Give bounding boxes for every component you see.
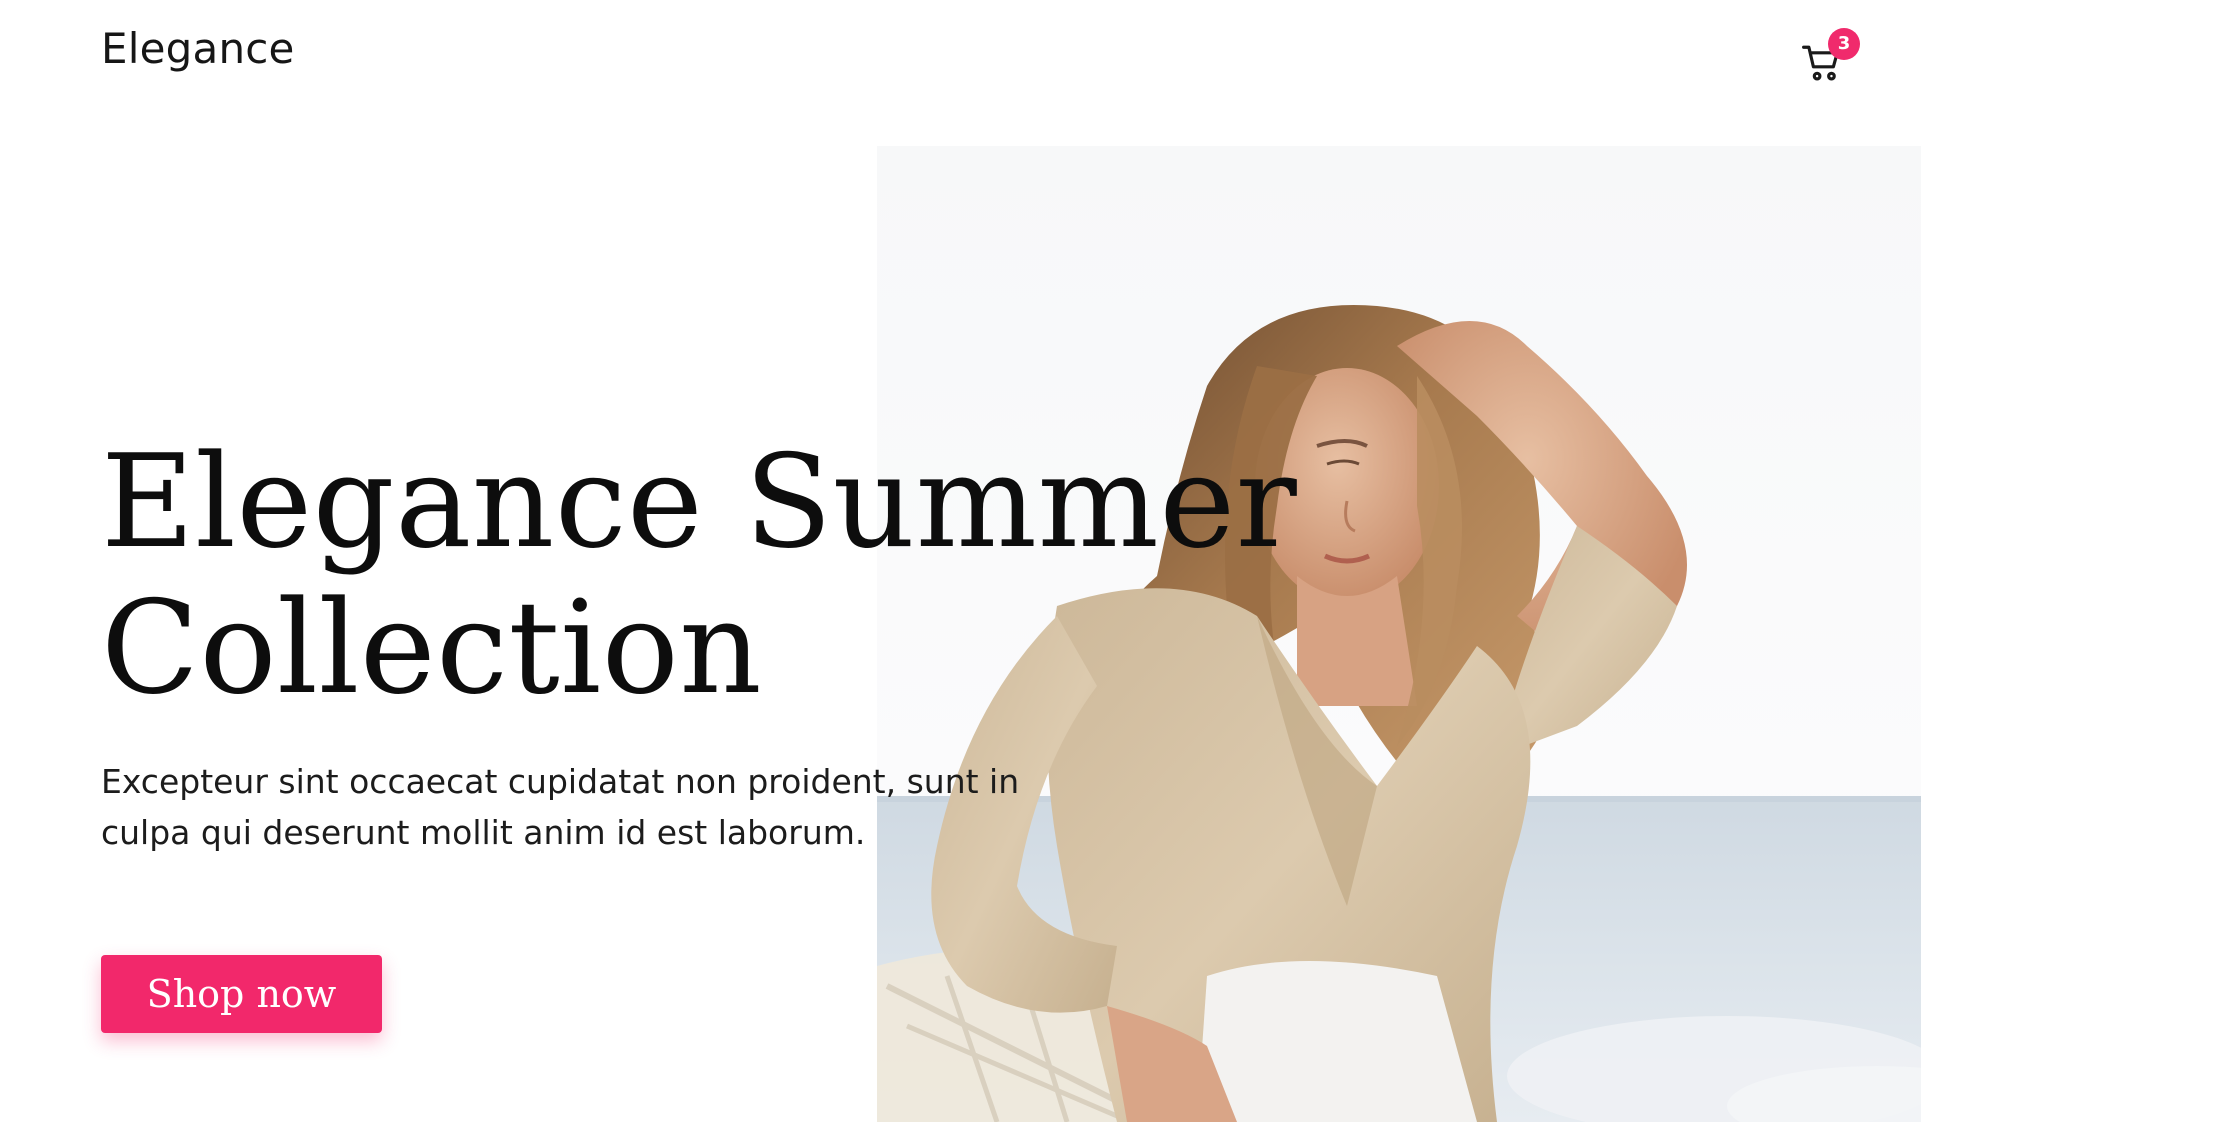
shop-now-button[interactable]: Shop now [101, 955, 382, 1033]
brand-logo[interactable]: Elegance [101, 20, 295, 78]
hero-title-line2: Collection [101, 574, 763, 723]
hero-title: Elegance Summer Collection [101, 428, 1298, 723]
cart-count-badge: 3 [1828, 28, 1860, 60]
cart-button[interactable]: 3 [1795, 28, 1860, 87]
landing-page: Elegance 3 Elegance Summer Collection Ex… [0, 0, 2230, 1122]
hero-description: Excepteur sint occaecat cupidatat non pr… [101, 762, 1020, 852]
hero-title-line1: Elegance Summer [101, 428, 1298, 577]
